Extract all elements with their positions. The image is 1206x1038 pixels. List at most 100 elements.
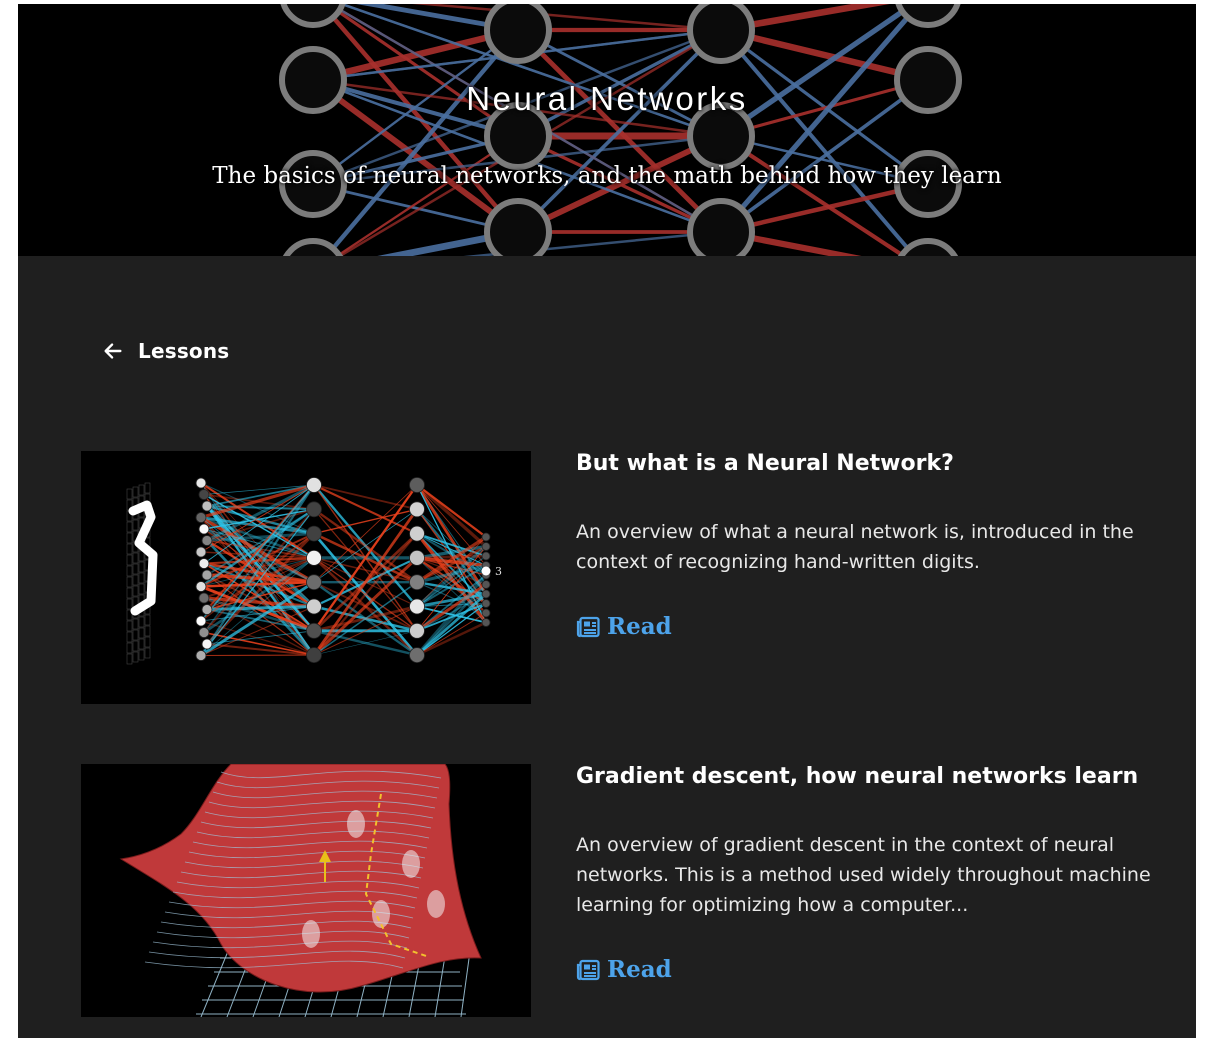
- grid-cell: [138, 638, 145, 650]
- network-node: [687, 198, 755, 256]
- read-button[interactable]: Read: [576, 613, 672, 640]
- page-frame: Neural Networks The basics of neural net…: [18, 4, 1196, 1038]
- thumb-node: [481, 551, 491, 561]
- thumb-node: [306, 477, 322, 493]
- thumb-edge: [416, 603, 487, 656]
- thumb-node: [195, 615, 207, 627]
- surface-highlight: [427, 890, 445, 918]
- surface-highlight: [402, 850, 420, 878]
- read-button[interactable]: Read: [576, 956, 672, 983]
- thumb-node: [306, 574, 322, 591]
- thumb-node: [198, 627, 210, 638]
- lesson-card: Gradient descent, how neural networks le…: [81, 764, 1171, 1018]
- thumb-node: [481, 599, 491, 608]
- back-link-label: Lessons: [138, 339, 230, 363]
- thumb-node: [409, 477, 425, 493]
- thumb-node: [409, 647, 425, 664]
- grid-cell: [132, 552, 139, 564]
- cost-surface: [119, 764, 482, 993]
- grid-cell: [126, 587, 133, 599]
- grid-cell: [132, 563, 139, 575]
- grid-cell: [126, 620, 133, 632]
- hero-banner: Neural Networks The basics of neural net…: [18, 4, 1196, 256]
- grid-cell: [126, 521, 133, 533]
- grid-cell: [132, 519, 139, 531]
- lesson-title[interactable]: Gradient descent, how neural networks le…: [576, 764, 1138, 789]
- thumb-node: [195, 477, 207, 489]
- lesson-thumbnail-gradient-descent[interactable]: [81, 764, 531, 1017]
- thumb-node: [409, 525, 425, 542]
- grid-cell: [144, 647, 151, 659]
- grid-cell: [138, 649, 145, 661]
- grid-cell: [138, 583, 145, 595]
- lesson-title[interactable]: But what is a Neural Network?: [576, 451, 954, 476]
- lesson-description: An overview of gradient descent in the c…: [576, 834, 1151, 916]
- grid-cell: [138, 484, 145, 496]
- grid-cell: [126, 598, 133, 610]
- surface-highlight: [302, 920, 320, 948]
- grid-cell: [138, 572, 145, 584]
- output-label: 3: [495, 565, 502, 578]
- lesson-thumbnail-neural-network[interactable]: 3: [81, 451, 531, 704]
- gradient-surface-thumbnail-art: [119, 764, 482, 1017]
- surface-highlight: [372, 900, 390, 928]
- thumb-node: [201, 638, 213, 650]
- network-node: [484, 198, 552, 256]
- grid-cell: [138, 616, 145, 628]
- thumb-node: [198, 523, 210, 535]
- thumb-node: [306, 525, 322, 542]
- lesson-description: An overview of what a neural network is,…: [576, 521, 1134, 573]
- grid-cell: [126, 576, 133, 588]
- thumb-node: [481, 618, 491, 627]
- grid-cell: [132, 651, 139, 663]
- thumb-node: [201, 500, 213, 512]
- thumb-node: [201, 535, 213, 546]
- grid-cell: [126, 653, 133, 665]
- grid-cell: [144, 636, 151, 648]
- thumb-node: [409, 622, 425, 639]
- thumb-node: [481, 608, 491, 618]
- grid-cell: [138, 627, 145, 639]
- network-node: [687, 4, 755, 64]
- read-button-label: Read: [607, 613, 672, 640]
- grid-cell: [126, 532, 133, 544]
- thumb-node: [306, 501, 322, 518]
- grid-cell: [126, 565, 133, 577]
- newspaper-icon: [576, 959, 600, 980]
- page-subtitle: The basics of neural networks, and the m…: [212, 163, 1002, 189]
- back-to-lessons-link[interactable]: Lessons: [102, 339, 229, 363]
- thumb-node: [195, 650, 207, 661]
- output-node-active: [481, 566, 491, 576]
- grid-cell: [126, 554, 133, 566]
- grid-cell: [132, 486, 139, 498]
- thumb-node: [198, 592, 210, 604]
- grid-cell: [126, 543, 133, 555]
- thumb-node: [195, 512, 207, 523]
- thumb-node: [409, 574, 425, 591]
- grid-cell: [144, 625, 151, 637]
- grid-cell: [132, 629, 139, 641]
- thumb-node: [201, 604, 213, 615]
- thumb-edges: [200, 482, 488, 657]
- grid-cell: [144, 614, 151, 626]
- network-node: [898, 238, 958, 256]
- thumb-node: [409, 501, 425, 518]
- read-button-label: Read: [607, 956, 672, 983]
- thumb-node: [195, 546, 207, 558]
- thumb-node: [481, 580, 491, 589]
- grid-cell: [126, 631, 133, 643]
- thumb-node: [481, 542, 491, 551]
- grid-cell: [132, 574, 139, 586]
- thumb-node: [409, 598, 425, 615]
- grid-cell: [126, 488, 133, 500]
- surface-highlight: [347, 810, 365, 838]
- network-illustration: [279, 4, 962, 256]
- grid-cell: [126, 642, 133, 654]
- network-edges: [311, 4, 930, 256]
- lesson-card: 3 But what is a Neural Network? An overv…: [81, 451, 1171, 705]
- grid-line: [200, 943, 232, 1017]
- newspaper-icon: [576, 616, 600, 637]
- arrow-left-icon: [104, 343, 122, 359]
- thumb-node: [198, 489, 210, 500]
- neural-network-thumbnail-art: 3: [126, 477, 502, 665]
